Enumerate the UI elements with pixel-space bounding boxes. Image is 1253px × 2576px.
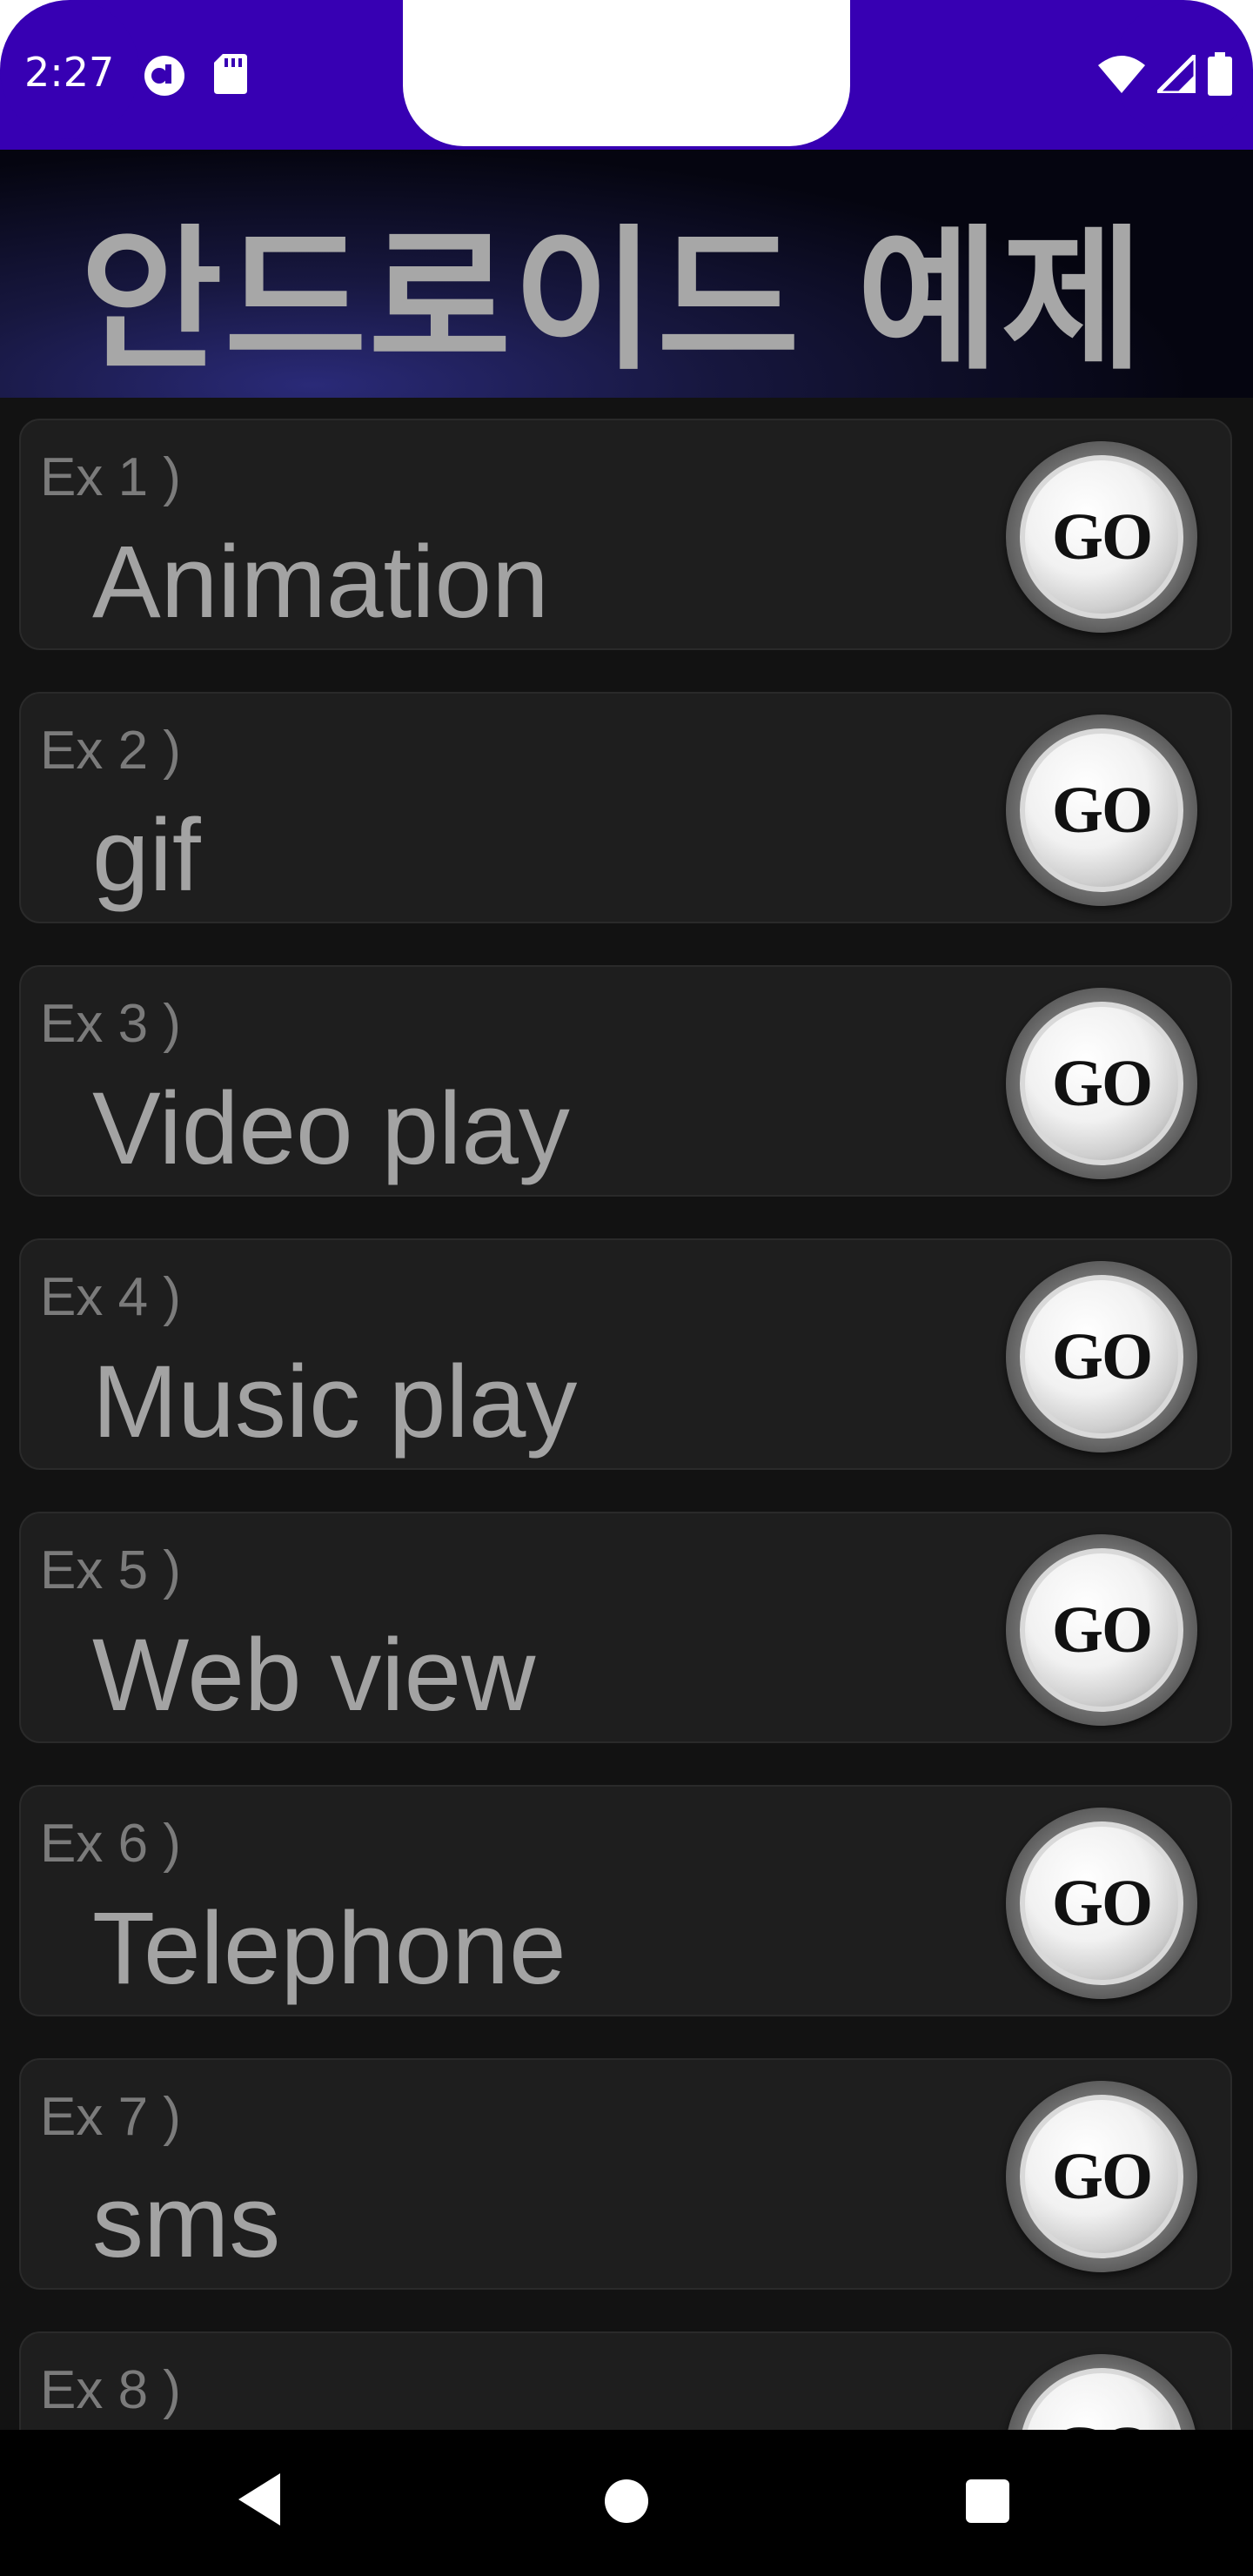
go-label: GO (1051, 1319, 1153, 1393)
go-label: GO (1051, 773, 1153, 847)
example-title: Video play (92, 1071, 570, 1186)
example-title: gif (92, 798, 201, 913)
page-title: 안드로이드 예제 (80, 211, 1146, 391)
example-card-7: Ex 7 ) sms GO (19, 2058, 1232, 2290)
go-label: GO (1051, 2139, 1153, 2213)
example-title: Animation (92, 525, 549, 640)
example-title: Music play (92, 1345, 578, 1459)
go-button-face: GO (1020, 2095, 1183, 2258)
go-label: GO (1051, 1593, 1153, 1667)
example-card-3: Ex 3 ) Video play GO (19, 965, 1232, 1197)
example-number: Ex 2 ) (40, 721, 181, 781)
example-card-4: Ex 4 ) Music play GO (19, 1238, 1232, 1470)
status-icons (1098, 49, 1232, 100)
example-number: Ex 7 ) (40, 2087, 181, 2147)
go-label: GO (1051, 1866, 1153, 1940)
example-number: Ex 8 ) (40, 2360, 181, 2420)
go-label: GO (1052, 2412, 1153, 2431)
example-title: Telephone (92, 1891, 566, 2006)
example-card-8: Ex 8 ) GO (19, 2331, 1232, 2430)
back-icon[interactable] (238, 2473, 280, 2526)
home-icon[interactable] (605, 2479, 648, 2523)
example-card-2: Ex 2 ) gif GO (19, 692, 1232, 923)
example-list[interactable]: Ex 1 ) Animation GO Ex 2 ) gif GO Ex 3 )… (0, 398, 1253, 2430)
go-button[interactable]: GO (1006, 2081, 1197, 2272)
example-title: sms (92, 2164, 281, 2279)
go-button[interactable]: GO (1006, 2354, 1197, 2430)
tiktok-icon (143, 54, 186, 102)
go-button-face: GO (1020, 728, 1183, 892)
example-number: Ex 1 ) (40, 447, 181, 507)
go-label: GO (1051, 500, 1153, 574)
go-button-face: GO (1020, 1275, 1183, 1439)
go-button-face: GO (1020, 2368, 1183, 2430)
camera-notch (403, 0, 850, 146)
go-button-face: GO (1020, 1002, 1183, 1165)
go-button[interactable]: GO (1006, 441, 1197, 633)
sd-card-icon (214, 54, 247, 98)
go-button[interactable]: GO (1006, 714, 1197, 906)
status-time: 2:27 (24, 49, 115, 96)
example-card-5: Ex 5 ) Web view GO (19, 1512, 1232, 1743)
example-number: Ex 4 ) (40, 1267, 181, 1327)
status-bar: 2:27 (0, 0, 1253, 150)
battery-icon (1208, 52, 1232, 100)
go-button[interactable]: GO (1006, 988, 1197, 1179)
wifi-icon (1098, 55, 1145, 97)
go-label: GO (1051, 1046, 1153, 1120)
go-button-face: GO (1020, 455, 1183, 619)
example-card-1: Ex 1 ) Animation GO (19, 419, 1232, 650)
go-button[interactable]: GO (1006, 1808, 1197, 1999)
example-number: Ex 3 ) (40, 994, 181, 1054)
go-button-face: GO (1020, 1548, 1183, 1712)
example-title: Web view (92, 1618, 536, 1733)
go-button-face: GO (1020, 1821, 1183, 1985)
go-button[interactable]: GO (1006, 1534, 1197, 1726)
signal-icon (1151, 49, 1198, 97)
app-header: 안드로이드 예제 (0, 150, 1253, 398)
recents-icon[interactable] (966, 2479, 1009, 2523)
navigation-bar (0, 2430, 1253, 2576)
example-card-6: Ex 6 ) Telephone GO (19, 1785, 1232, 2016)
example-number: Ex 6 ) (40, 1814, 181, 1874)
go-button[interactable]: GO (1006, 1261, 1197, 1452)
example-number: Ex 5 ) (40, 1540, 181, 1600)
